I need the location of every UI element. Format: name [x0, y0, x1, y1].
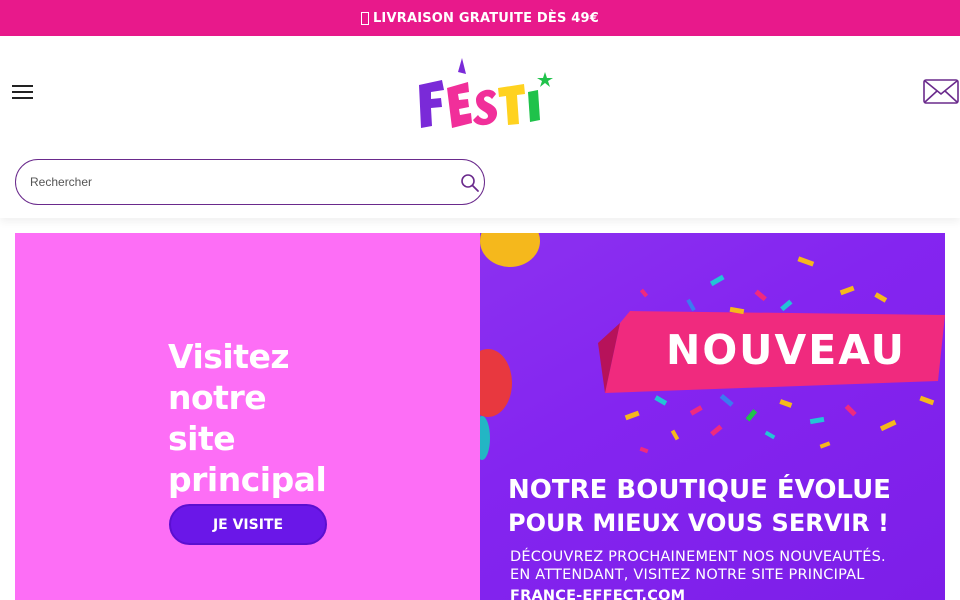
visit-button[interactable]: JE VISITE	[169, 504, 327, 545]
festi-logo-graphic	[419, 58, 553, 128]
hero-banner: Visitez notre site principal JE VISITE N…	[15, 233, 945, 600]
promo-bar: LIVRAISON GRATUITE DÈS 49€	[0, 0, 960, 36]
confetti-decoration	[480, 233, 945, 460]
festi-logo[interactable]	[414, 50, 554, 132]
promo-text: LIVRAISON GRATUITE DÈS 49€	[372, 10, 600, 26]
hamburger-line	[12, 97, 33, 99]
envelope-icon[interactable]	[922, 76, 960, 106]
banner-left-panel: Visitez notre site principal JE VISITE	[15, 233, 480, 600]
banner-right-panel: NOUVEAU NOTRE BOUTIQUE ÉVOLUE POUR MIEUX…	[480, 233, 945, 600]
truck-icon	[360, 11, 369, 25]
hamburger-menu-button[interactable]	[12, 85, 34, 101]
boutique-subheadline: POUR MIEUX VOUS SERVIR !	[508, 509, 889, 537]
visit-line: notre	[168, 378, 267, 417]
nouveau-ribbon-text: NOUVEAU	[666, 326, 906, 374]
visit-line: principal	[168, 460, 327, 499]
search-icon[interactable]	[460, 173, 480, 193]
hamburger-line	[12, 91, 33, 93]
hamburger-line	[12, 85, 33, 87]
site-link-text[interactable]: FRANCE-EFFECT.COM	[510, 588, 685, 600]
search-bar	[15, 159, 485, 205]
visit-headline: Visitez notre site principal	[168, 336, 368, 500]
search-input[interactable]	[30, 172, 450, 192]
boutique-line-2: EN ATTENDANT, VISITEZ NOTRE SITE PRINCIP…	[510, 567, 865, 583]
site-header	[0, 36, 960, 218]
visit-line: site	[168, 419, 236, 458]
boutique-line-1: DÉCOUVREZ PROCHAINEMENT NOS NOUVEAUTÉS.	[510, 549, 886, 565]
visit-line: Visitez	[168, 337, 290, 376]
boutique-headline: NOTRE BOUTIQUE ÉVOLUE	[508, 475, 891, 505]
